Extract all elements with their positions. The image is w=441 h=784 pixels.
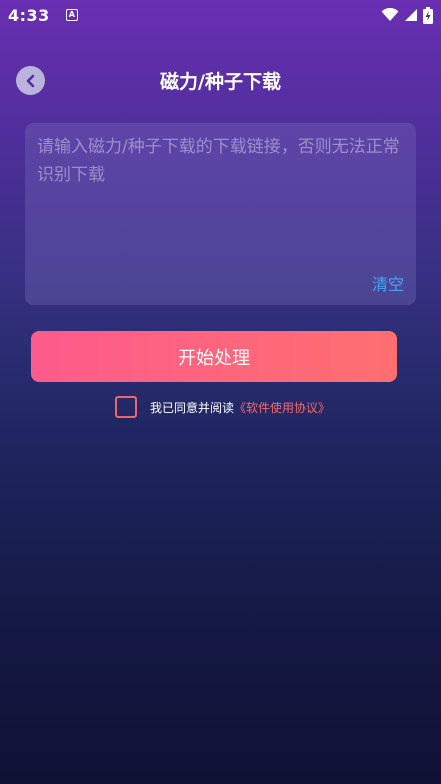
agreement-text: 我已同意并阅读 <box>150 400 235 415</box>
clear-button[interactable]: 清空 <box>372 271 404 295</box>
android-a-icon: A <box>65 9 78 21</box>
wifi-icon <box>381 8 399 21</box>
link-input-placeholder: 请输入磁力/种子下载的下载链接，否则无法正常识别下载 <box>37 137 400 185</box>
agreement-checkbox[interactable] <box>115 396 137 418</box>
link-input-field[interactable]: 请输入磁力/种子下载的下载链接，否则无法正常识别下载 清空 <box>25 123 416 305</box>
back-button[interactable] <box>16 66 45 95</box>
status-icons <box>381 6 433 24</box>
status-bar: 4:33 A <box>0 0 441 30</box>
page-title: 磁力/种子下载 <box>160 70 281 93</box>
battery-charging-icon <box>423 6 433 24</box>
signal-icon <box>405 9 417 21</box>
software-agreement-link[interactable]: 《软件使用协议》 <box>234 399 330 416</box>
app-header: 磁力/种子下载 <box>0 60 441 100</box>
back-arrow-icon <box>26 74 34 87</box>
agreement-row: 我已同意并阅读 《软件使用协议》 <box>115 395 330 419</box>
start-process-button[interactable]: 开始处理 <box>31 331 397 382</box>
status-time: 4:33 <box>8 5 50 25</box>
